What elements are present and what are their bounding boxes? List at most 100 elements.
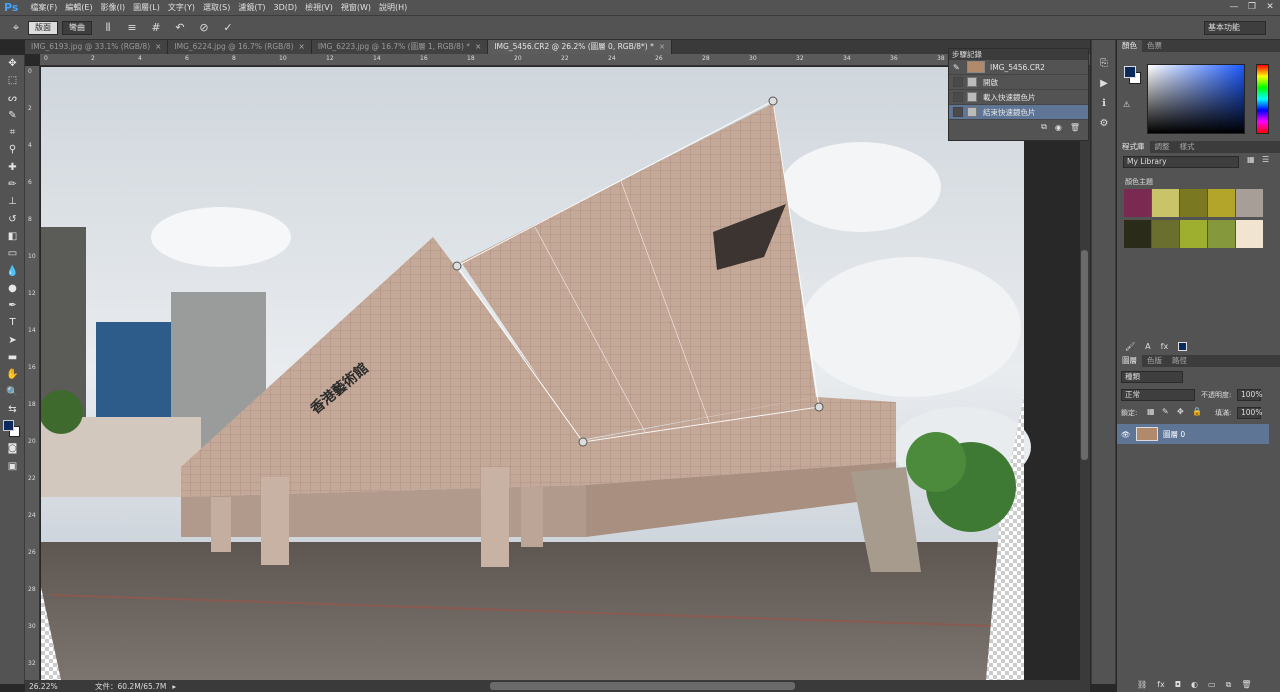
healing-brush-tool-icon[interactable]: ✚ bbox=[0, 159, 25, 176]
fx-icon[interactable]: fx bbox=[1161, 342, 1169, 351]
lasso-tool-icon[interactable]: ᔕ bbox=[0, 90, 25, 107]
history-snapshot[interactable]: ✎ IMG_5456.CR2 bbox=[949, 60, 1088, 75]
layer-filter-select[interactable]: 種類 bbox=[1121, 371, 1183, 383]
perspective-warp-tool-icon[interactable]: ⌖ bbox=[8, 20, 24, 36]
eraser-tool-icon[interactable]: ◧ bbox=[0, 228, 25, 245]
lock-paint-icon[interactable]: ✎ bbox=[1162, 407, 1169, 416]
hand-tool-icon[interactable]: ✋ bbox=[0, 366, 25, 383]
tab-styles[interactable]: 樣式 bbox=[1175, 141, 1200, 153]
menu-layer[interactable]: 圖層(L) bbox=[129, 2, 164, 13]
warp-pin-handle[interactable] bbox=[452, 261, 462, 271]
text-style-icon[interactable]: A bbox=[1145, 342, 1150, 351]
mask-icon[interactable]: ◘ bbox=[1175, 680, 1181, 692]
opacity-field[interactable]: 100% bbox=[1237, 389, 1262, 401]
color-picker-field[interactable] bbox=[1147, 64, 1245, 134]
lock-position-icon[interactable]: ✥ bbox=[1177, 407, 1184, 416]
fx-icon[interactable]: fx bbox=[1157, 680, 1165, 692]
tab-libraries[interactable]: 程式庫 bbox=[1117, 141, 1150, 153]
menu-3d[interactable]: 3D(D) bbox=[269, 3, 301, 12]
close-icon[interactable]: ✕ bbox=[1264, 1, 1276, 13]
color-theme-swatch[interactable] bbox=[1236, 189, 1263, 217]
trash-icon[interactable]: 🗑 bbox=[1070, 123, 1080, 132]
folder-icon[interactable]: ▭ bbox=[1208, 680, 1216, 692]
list-view-icon[interactable]: ☰ bbox=[1262, 155, 1269, 164]
foreground-color-swatch[interactable] bbox=[3, 420, 14, 432]
tab-channels[interactable]: 色版 bbox=[1142, 355, 1167, 367]
minimize-icon[interactable]: — bbox=[1228, 1, 1240, 13]
color-theme-swatch[interactable] bbox=[1152, 189, 1179, 217]
tab-color[interactable]: 顏色 bbox=[1117, 40, 1142, 52]
history-checkbox[interactable] bbox=[953, 77, 963, 87]
color-theme-swatch[interactable] bbox=[1180, 189, 1207, 217]
fill-field[interactable]: 100% bbox=[1237, 407, 1262, 419]
eyedropper-tool-icon[interactable]: ⚲ bbox=[0, 141, 25, 158]
foreground-color-chip[interactable] bbox=[1124, 66, 1136, 78]
vertical-straighten-icon[interactable]: ⫴ bbox=[100, 20, 116, 36]
horizontal-scrollbar-thumb[interactable] bbox=[490, 682, 795, 690]
tab-img-6223[interactable]: IMG_6223.jpg @ 16.7% (圖層 1, RGB/8) * × bbox=[311, 40, 489, 54]
layout-mode-button[interactable]: 版面 bbox=[28, 20, 58, 35]
camera-icon[interactable]: ◉ bbox=[1055, 123, 1062, 132]
type-tool-icon[interactable]: T bbox=[0, 314, 25, 331]
chevron-right-icon[interactable]: ▸ bbox=[166, 682, 176, 691]
swap-colors-icon[interactable]: ⇆ bbox=[0, 401, 25, 418]
history-item-open[interactable]: 開啟 bbox=[949, 75, 1088, 90]
history-item-load-warp[interactable]: 載入快速鏡色片 bbox=[949, 90, 1088, 105]
close-icon[interactable]: × bbox=[155, 42, 161, 51]
gradient-tool-icon[interactable]: ▭ bbox=[0, 245, 25, 262]
menu-select[interactable]: 選取(S) bbox=[199, 2, 234, 13]
lock-all-icon[interactable]: 🔒 bbox=[1192, 407, 1202, 416]
lock-pixels-icon[interactable]: ▦ bbox=[1147, 407, 1155, 416]
menu-image[interactable]: 影像(I) bbox=[97, 2, 130, 13]
menu-view[interactable]: 檢視(V) bbox=[301, 2, 337, 13]
screen-mode-icon[interactable]: ▣ bbox=[0, 458, 25, 475]
quick-mask-icon[interactable]: ◙ bbox=[0, 440, 25, 457]
tab-swatches[interactable]: 色票 bbox=[1142, 40, 1167, 52]
adjustment-icon[interactable]: ◐ bbox=[1191, 680, 1198, 692]
menu-file[interactable]: 檔案(F) bbox=[26, 2, 61, 13]
color-theme-swatch[interactable] bbox=[1236, 220, 1263, 248]
tab-adjustments[interactable]: 調整 bbox=[1150, 141, 1175, 153]
warp-pin-handle[interactable] bbox=[814, 402, 824, 412]
info-panel-icon[interactable]: ℹ bbox=[1092, 94, 1116, 114]
actions-panel-icon[interactable]: ▶ bbox=[1092, 74, 1116, 94]
close-icon[interactable]: × bbox=[299, 42, 305, 51]
vertical-scrollbar-thumb[interactable] bbox=[1081, 250, 1088, 460]
history-brush-icon[interactable]: ✎ bbox=[953, 63, 963, 72]
link-icon[interactable]: ⛓ bbox=[1137, 680, 1147, 692]
new-document-icon[interactable]: ⧉ bbox=[1041, 122, 1047, 132]
history-brush-tool-icon[interactable]: ↺ bbox=[0, 211, 25, 228]
menu-window[interactable]: 視窗(W) bbox=[337, 2, 375, 13]
brush-icon[interactable]: 🖌 bbox=[1125, 342, 1135, 351]
quick-select-tool-icon[interactable]: ✎ bbox=[0, 107, 25, 124]
path-select-tool-icon[interactable]: ➤ bbox=[0, 332, 25, 349]
library-select[interactable]: My Library bbox=[1123, 156, 1239, 168]
color-theme-swatch[interactable] bbox=[1180, 220, 1207, 248]
tab-layers[interactable]: 圖層 bbox=[1117, 355, 1142, 367]
close-icon[interactable]: × bbox=[475, 42, 481, 51]
menu-type[interactable]: 文字(Y) bbox=[164, 2, 199, 13]
commit-icon[interactable]: ✓ bbox=[220, 20, 236, 36]
horizontal-straighten-icon[interactable]: ≡ bbox=[124, 20, 140, 36]
stamp-tool-icon[interactable]: ⊥ bbox=[0, 193, 25, 210]
cancel-icon[interactable]: ⊘ bbox=[196, 20, 212, 36]
warning-icon[interactable]: ⚠ bbox=[1123, 100, 1130, 109]
eye-icon[interactable]: 👁 bbox=[1117, 430, 1131, 439]
tab-img-5456[interactable]: IMG_5456.CR2 @ 26.2% (圖層 0, RGB/8*) * × bbox=[488, 40, 673, 54]
tab-img-6193[interactable]: IMG_6193.jpg @ 33.1% (RGB/8) × bbox=[25, 40, 169, 54]
layer-name[interactable]: 圖層 0 bbox=[1163, 429, 1185, 440]
menu-filter[interactable]: 濾鏡(T) bbox=[234, 2, 269, 13]
warp-pin-handle[interactable] bbox=[768, 96, 778, 106]
new-layer-icon[interactable]: ⧉ bbox=[1226, 680, 1232, 692]
trash-icon[interactable]: 🗑 bbox=[1241, 680, 1251, 692]
color-theme-swatch[interactable] bbox=[1152, 220, 1179, 248]
warp-mode-button[interactable]: 彎曲 bbox=[62, 20, 92, 35]
tab-img-6224[interactable]: IMG_6224.jpg @ 16.7% (RGB/8) × bbox=[168, 40, 312, 54]
undo-icon[interactable]: ↶ bbox=[172, 20, 188, 36]
dodge-tool-icon[interactable]: ● bbox=[0, 280, 25, 297]
restore-icon[interactable]: ❐ bbox=[1246, 1, 1258, 13]
blend-mode-select[interactable]: 正常 bbox=[1121, 389, 1195, 401]
grid-view-icon[interactable]: ▦ bbox=[1247, 155, 1255, 164]
history-checkbox[interactable] bbox=[953, 92, 963, 102]
close-icon[interactable]: × bbox=[659, 42, 665, 51]
